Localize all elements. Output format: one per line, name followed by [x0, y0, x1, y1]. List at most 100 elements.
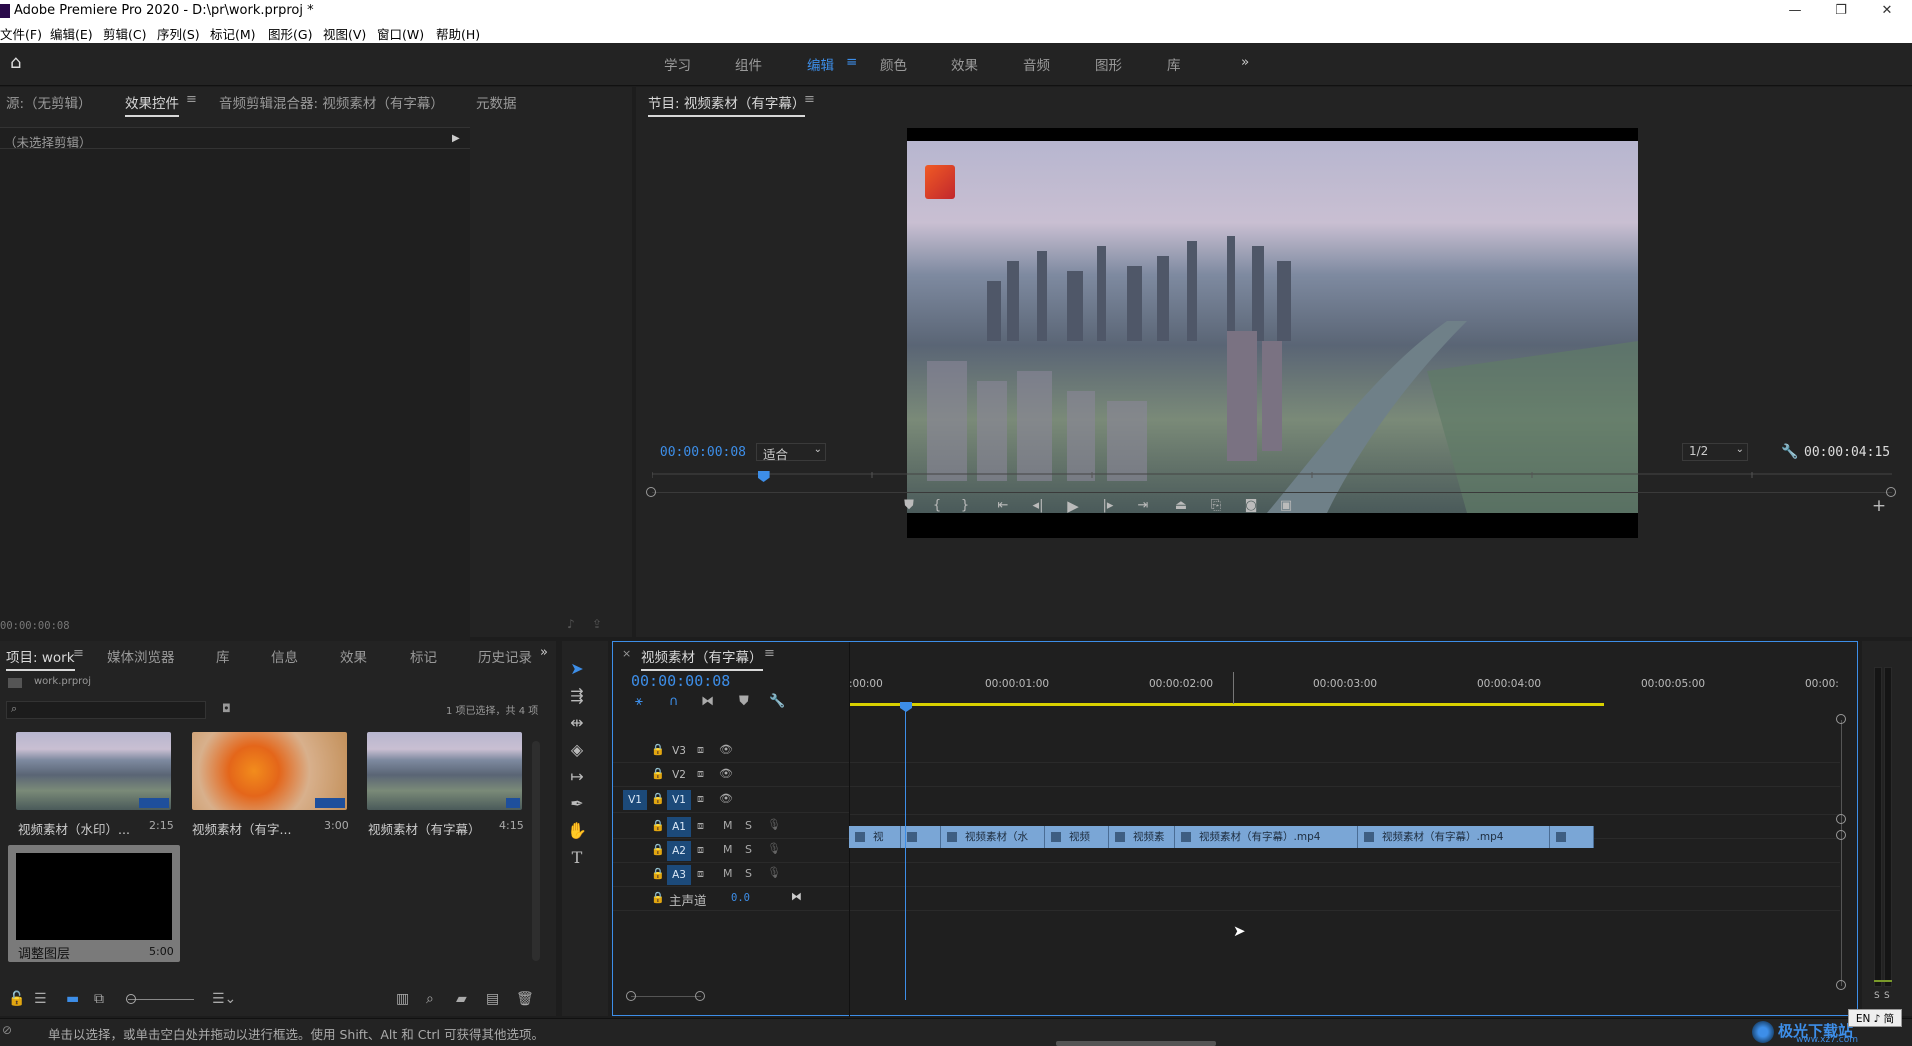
- panel-menu-icon[interactable]: ≡: [186, 92, 197, 107]
- project-item-thumb[interactable]: [192, 732, 347, 810]
- mixer-toggle-icon[interactable]: ⧓: [791, 890, 802, 903]
- mark-in-icon[interactable]: {: [926, 495, 948, 517]
- automate-icon[interactable]: ▥: [396, 991, 409, 1007]
- vscroll-handle-mid[interactable]: [1836, 814, 1846, 824]
- lock-icon[interactable]: 🔒: [651, 843, 665, 856]
- lift-icon[interactable]: ⏏: [1170, 495, 1192, 517]
- project-menu-icon[interactable]: ≡: [73, 646, 84, 661]
- zoom-handle-left[interactable]: [646, 487, 656, 497]
- vscroll-handle-audio[interactable]: [1836, 830, 1846, 840]
- slider-handle[interactable]: [126, 994, 136, 1004]
- slip-tool-icon[interactable]: ↦: [562, 767, 592, 791]
- home-icon[interactable]: ⌂: [10, 52, 32, 74]
- play-icon[interactable]: ▶: [1062, 495, 1084, 517]
- track-name[interactable]: V1: [667, 790, 691, 810]
- time-ruler[interactable]: :00:00 00:00:01:00 00:00:02:00 00:00:03:…: [849, 678, 1839, 706]
- find-icon[interactable]: ⌕: [426, 991, 434, 1007]
- work-area-bar[interactable]: [849, 703, 1604, 706]
- track-name[interactable]: V2: [667, 765, 691, 785]
- step-forward-icon[interactable]: |▸: [1097, 495, 1119, 517]
- sort-icon[interactable]: ☰⌄: [212, 991, 236, 1007]
- sync-lock-icon[interactable]: ⧈: [697, 743, 704, 757]
- mark-out-icon[interactable]: }: [954, 495, 976, 517]
- vscroll-handle-bottom[interactable]: [1836, 980, 1846, 990]
- export-icon[interactable]: ⇪: [592, 617, 602, 631]
- timeline-timecode[interactable]: 00:00:00:08: [631, 672, 730, 690]
- project-scrollbar[interactable]: [532, 741, 540, 961]
- resolution-dropdown[interactable]: 1/2 ⌄: [1682, 443, 1748, 461]
- workspace-color[interactable]: 颜色: [880, 54, 907, 74]
- master-volume[interactable]: 0.0: [731, 892, 750, 904]
- workspace-graphics[interactable]: 图形: [1095, 54, 1122, 74]
- list-view-icon[interactable]: ☰: [34, 991, 47, 1007]
- lock-icon[interactable]: 🔒: [651, 767, 665, 780]
- timeline-clip[interactable]: [901, 826, 941, 848]
- add-marker-icon[interactable]: ⛊: [739, 694, 749, 709]
- panel-overflow-icon[interactable]: »: [540, 645, 548, 660]
- nest-icon[interactable]: ⚹: [635, 694, 643, 709]
- tab-markers[interactable]: 标记: [410, 646, 437, 666]
- type-tool-icon[interactable]: T: [562, 848, 592, 872]
- menu-window[interactable]: 窗口(W): [377, 24, 424, 43]
- timeline-horizontal-scrollbar[interactable]: [631, 996, 701, 997]
- eye-icon[interactable]: 👁: [719, 743, 733, 756]
- workspace-menu-icon[interactable]: ≡: [846, 54, 857, 70]
- menu-graphics[interactable]: 图形(G): [268, 24, 312, 43]
- meter-solo-right[interactable]: S: [1884, 991, 1890, 1001]
- tab-history[interactable]: 历史记录: [478, 646, 532, 666]
- menu-view[interactable]: 视图(V): [323, 24, 366, 43]
- tab-source[interactable]: 源:（无剪辑）: [6, 92, 92, 112]
- new-item-icon[interactable]: ▤: [486, 991, 499, 1007]
- tab-audio-clip-mixer[interactable]: 音频剪辑混合器: 视频素材（有字幕）: [219, 92, 444, 112]
- menu-file[interactable]: 文件(F): [0, 24, 42, 43]
- workspace-audio[interactable]: 音频: [1023, 54, 1050, 74]
- maximize-button[interactable]: ❐: [1818, 0, 1864, 22]
- project-item-selected[interactable]: 调整图层 5:00: [8, 845, 180, 962]
- fit-dropdown[interactable]: 适合 ⌄: [756, 443, 826, 462]
- timeline-menu-icon[interactable]: ≡: [764, 646, 775, 661]
- snap-icon[interactable]: ∩: [669, 694, 679, 709]
- track-name[interactable]: A2: [667, 841, 691, 861]
- lock-icon[interactable]: 🔒: [651, 743, 665, 756]
- sync-lock-icon[interactable]: ⧈: [697, 843, 704, 857]
- camera-icon[interactable]: ◙: [1240, 495, 1262, 517]
- menu-sequence[interactable]: 序列(S): [157, 24, 200, 43]
- solo-button[interactable]: S: [745, 867, 752, 880]
- mic-icon[interactable]: 🎙: [767, 842, 781, 855]
- project-search-input[interactable]: ⌕: [6, 701, 206, 719]
- mute-button[interactable]: M: [723, 819, 733, 832]
- workspace-effects[interactable]: 效果: [951, 54, 978, 74]
- timeline-clip[interactable]: 视频: [1045, 826, 1109, 848]
- thumb-size-slider[interactable]: [128, 999, 194, 1000]
- project-item-name[interactable]: 视频素材（有字幕）: [368, 819, 481, 838]
- vscroll-handle-top[interactable]: [1836, 714, 1846, 724]
- menu-marker[interactable]: 标记(M): [210, 24, 256, 43]
- timeline-playhead-handle[interactable]: [900, 702, 912, 712]
- solo-button[interactable]: S: [745, 843, 752, 856]
- program-scrubber[interactable]: [652, 471, 1892, 486]
- pen-tool-icon[interactable]: ✒: [562, 794, 592, 818]
- tab-metadata[interactable]: 元数据: [476, 92, 517, 112]
- timeline-clip[interactable]: 视频素材（有字幕）.mp4: [1358, 826, 1550, 848]
- workspace-assembly[interactable]: 组件: [735, 54, 762, 74]
- lock-icon[interactable]: 🔒: [651, 891, 665, 904]
- project-item-name[interactable]: 视频素材（水印）...: [18, 819, 130, 838]
- mic-icon[interactable]: 🎙: [767, 866, 781, 879]
- timeline-clip[interactable]: 视频素材（有字幕）.mp4: [1175, 826, 1358, 848]
- close-sequence-icon[interactable]: ×: [622, 647, 631, 660]
- mute-button[interactable]: M: [723, 843, 733, 856]
- workspace-editing[interactable]: 编辑: [807, 54, 834, 74]
- menu-help[interactable]: 帮助(H): [436, 24, 480, 43]
- ripple-edit-tool-icon[interactable]: ⇹: [562, 713, 592, 737]
- timeline-vertical-scrollbar[interactable]: [1841, 720, 1842, 986]
- hand-tool-icon[interactable]: ✋: [562, 821, 592, 845]
- mic-icon[interactable]: 🎙: [767, 818, 781, 831]
- track-select-tool-icon[interactable]: ⇶: [562, 686, 592, 710]
- meter-solo-left[interactable]: S: [1874, 991, 1880, 1001]
- mute-button[interactable]: M: [723, 867, 733, 880]
- workspace-learn[interactable]: 学习: [664, 54, 691, 74]
- menu-clip[interactable]: 剪辑(C): [103, 24, 146, 43]
- wrench-icon[interactable]: 🔧: [1781, 444, 1798, 460]
- tab-effects[interactable]: 效果: [340, 646, 367, 666]
- program-menu-icon[interactable]: ≡: [804, 92, 815, 107]
